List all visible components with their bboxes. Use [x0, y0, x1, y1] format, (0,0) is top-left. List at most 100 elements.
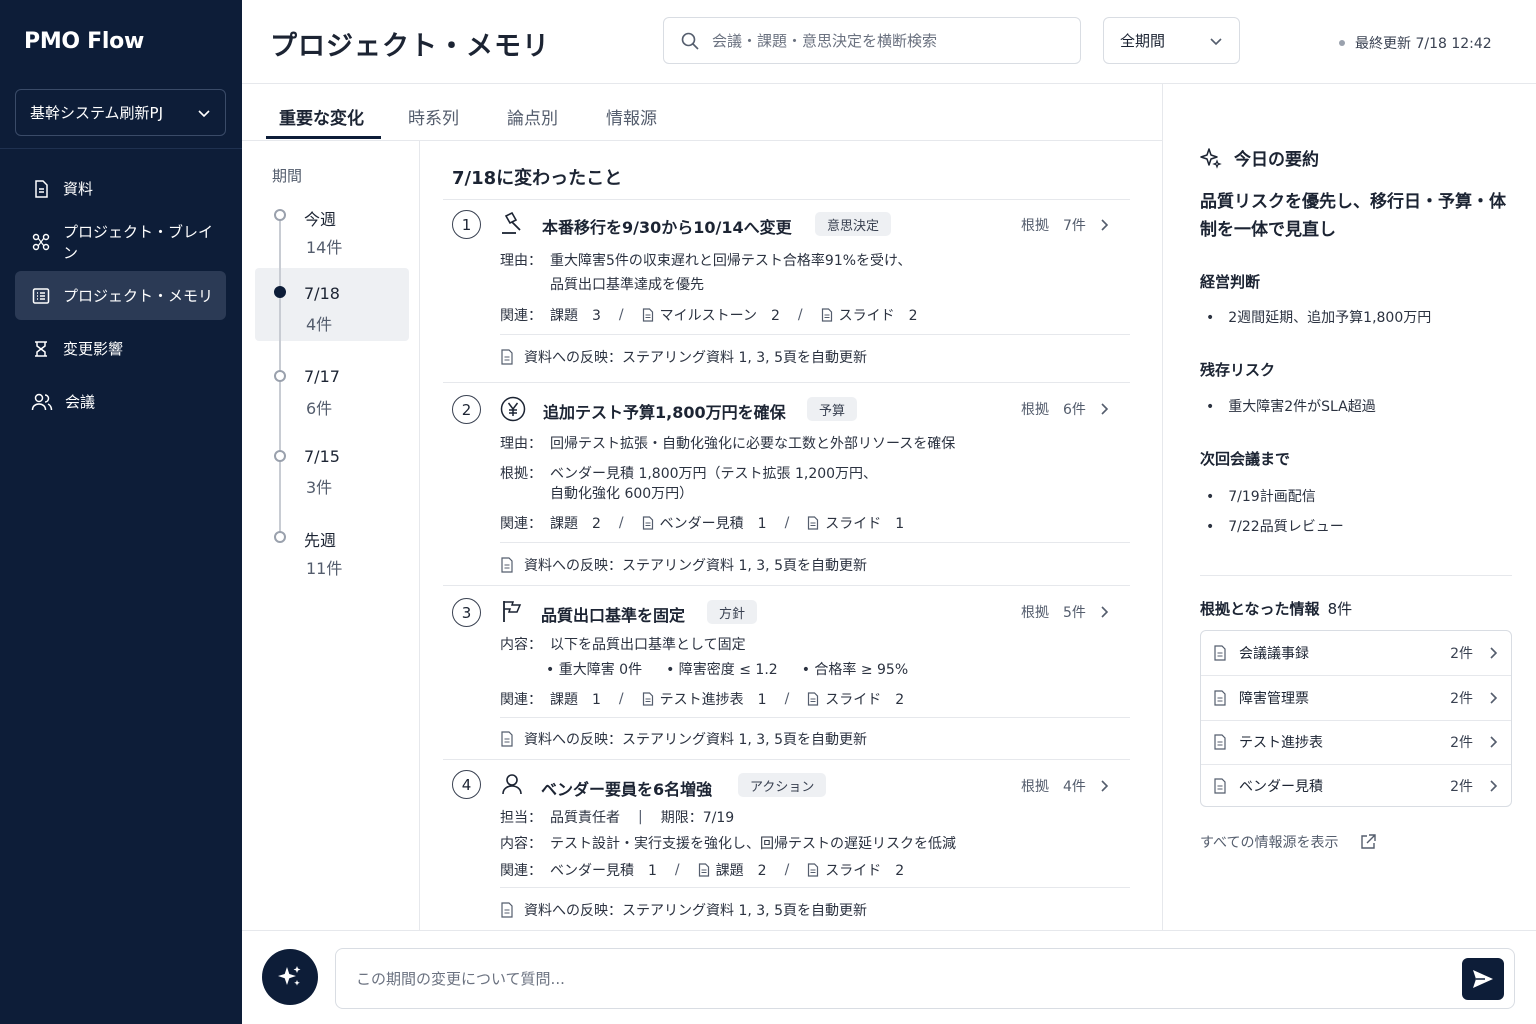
timeline-item-date[interactable]: 先週: [304, 527, 336, 551]
reflection-note[interactable]: 資料への反映：ステアリング資料 1, 3, 5頁を自動更新: [500, 729, 867, 749]
gavel-icon: [502, 212, 521, 234]
card-title[interactable]: ベンダー要員を6名増強: [541, 776, 712, 800]
evidence-link[interactable]: 根拠 6件: [1021, 399, 1110, 419]
sidebar-item-project-memory[interactable]: プロジェクト・メモリ: [15, 271, 226, 320]
chevron-right-icon: [1101, 780, 1109, 792]
evidence-count: 根拠 6件: [1021, 402, 1086, 418]
summary-bullet: • 7/22品質レビュー: [1206, 519, 1344, 535]
document-icon: [698, 863, 709, 877]
evidence-link[interactable]: 根拠 7件: [1021, 215, 1110, 235]
tab-key-changes[interactable]: 重要な変化: [279, 104, 364, 129]
evidence-link[interactable]: 根拠 4件: [1021, 776, 1110, 796]
document-icon: [821, 308, 832, 322]
timeline-node: [274, 209, 286, 221]
sidebar-item-change-impact[interactable]: 変更影響: [15, 324, 226, 373]
card-title[interactable]: 本番移行を9/30から10/14へ変更: [542, 214, 792, 238]
related-link[interactable]: スライド 1: [825, 513, 904, 533]
sidebar: PMO Flow 基幹システム刷新PJ 資料 プロジェクト・ブレイン プロジェク…: [0, 0, 242, 1024]
related-link[interactable]: 課題 1: [550, 689, 601, 709]
divider: [500, 717, 1130, 718]
related-link[interactable]: スライド 2: [825, 860, 904, 880]
timeline-item-date[interactable]: 7/18: [304, 284, 340, 303]
source-item[interactable]: テスト進捗表 2件: [1201, 720, 1511, 764]
sidebar-item-documents[interactable]: 資料: [15, 164, 226, 213]
timeline-item-count: 11件: [306, 559, 343, 578]
card-number: 3: [452, 598, 481, 627]
sidebar-divider: [0, 148, 242, 149]
send-button[interactable]: [1462, 958, 1504, 1000]
tab-timeline[interactable]: 時系列: [408, 104, 459, 129]
list-icon: [32, 287, 50, 304]
card-number: 2: [452, 395, 481, 424]
source-item[interactable]: 会議議事録 2件: [1201, 631, 1511, 675]
timeline-item-date[interactable]: 今週: [304, 206, 336, 230]
search-input[interactable]: [712, 31, 1052, 50]
sidebar-item-project-brain[interactable]: プロジェクト・ブレイン: [15, 217, 226, 266]
related-link[interactable]: 課題 3: [550, 305, 601, 325]
evidence-link[interactable]: 根拠 5件: [1021, 602, 1110, 622]
chat-input-box[interactable]: [335, 948, 1515, 1009]
people-icon: [31, 393, 53, 410]
sidebar-item-label: 変更影響: [63, 340, 124, 358]
source-item[interactable]: ベンダー見積 2件: [1201, 764, 1511, 808]
criteria-item: • 重大障害 0件: [546, 662, 643, 678]
reflection-note[interactable]: 資料への反映：ステアリング資料 1, 3, 5頁を自動更新: [500, 555, 867, 575]
divider: [443, 585, 1130, 586]
divider: [1162, 84, 1163, 930]
search-box[interactable]: [663, 17, 1081, 64]
card-number: 4: [452, 770, 481, 799]
source-item[interactable]: 障害管理票 2件: [1201, 676, 1511, 720]
category-badge: アクション: [738, 773, 827, 797]
card-title[interactable]: 品質出口基準を固定: [541, 602, 685, 626]
chevron-down-icon: [1210, 37, 1222, 45]
criteria-item: • 合格率 ≥ 95%: [801, 662, 909, 678]
tab-bar: [242, 84, 1162, 141]
timeline-node-active: [274, 286, 286, 298]
summary-section-heading: 経営判断: [1200, 273, 1261, 291]
tab-sources[interactable]: 情報源: [606, 104, 657, 129]
card-owner: 担当： 品質責任者 | 期限：7/19: [500, 809, 735, 826]
card-content: 内容： テスト設計・実行支援を強化し、回帰テストの遅延リスクを低減: [500, 836, 956, 852]
period-select-label: 全期間: [1120, 32, 1166, 50]
source-count: 2件: [1450, 646, 1473, 662]
evidence-count: 根拠 7件: [1021, 218, 1086, 234]
related-link[interactable]: ベンダー見積 1: [660, 513, 767, 533]
timeline-title: 期間: [272, 167, 303, 185]
chevron-right-icon: [1101, 606, 1109, 618]
related-link[interactable]: マイルストーン 2: [660, 305, 780, 325]
reflection-note[interactable]: 資料への反映：ステアリング資料 1, 3, 5頁を自動更新: [500, 347, 867, 367]
related-link[interactable]: テスト進捗表 1: [660, 689, 767, 709]
external-link-icon: [1361, 834, 1377, 849]
divider: [443, 382, 1130, 383]
project-select[interactable]: 基幹システム刷新PJ: [15, 89, 226, 136]
document-icon: [808, 516, 819, 530]
sidebar-item-meetings[interactable]: 会議: [15, 377, 226, 426]
impact-icon: [35, 340, 47, 357]
category-badge: 方針: [707, 600, 758, 624]
related-link[interactable]: スライド 2: [825, 689, 904, 709]
chevron-right-icon: [1101, 219, 1109, 231]
card-content: 内容： 以下を品質出口基準として固定: [500, 637, 746, 653]
timeline-item-date[interactable]: 7/17: [304, 367, 340, 386]
period-select[interactable]: 全期間: [1103, 17, 1240, 64]
source-count: 2件: [1450, 691, 1473, 707]
related-link[interactable]: 課題 2: [550, 513, 601, 533]
yen-icon: [500, 396, 526, 422]
chevron-right-icon: [1490, 647, 1498, 659]
document-icon: [1214, 734, 1226, 750]
card-title[interactable]: 追加テスト予算1,800万円を確保: [543, 399, 786, 423]
related-link[interactable]: 課題 2: [716, 860, 767, 880]
network-icon: [32, 233, 50, 250]
timeline-item-date[interactable]: 7/15: [304, 447, 340, 466]
ai-assistant-button[interactable]: [262, 949, 318, 1005]
reflection-note[interactable]: 資料への反映：ステアリング資料 1, 3, 5頁を自動更新: [500, 900, 867, 920]
criteria-list: • 重大障害 0件 • 障害密度 ≤ 1.2 • 合格率 ≥ 95%: [546, 659, 908, 679]
related-link[interactable]: ベンダー見積 1: [550, 860, 657, 880]
view-all-sources-link[interactable]: すべての情報源を表示: [1200, 832, 1377, 852]
timeline-node: [274, 370, 286, 382]
tab-by-issue[interactable]: 論点別: [507, 104, 558, 129]
source-name: 障害管理票: [1239, 691, 1309, 707]
chat-input[interactable]: [356, 969, 1436, 988]
card-reason: 理由： 回帰テスト拡張・自動化強化に必要な工数と外部リソースを確保: [500, 436, 956, 452]
related-link[interactable]: スライド 2: [839, 305, 918, 325]
